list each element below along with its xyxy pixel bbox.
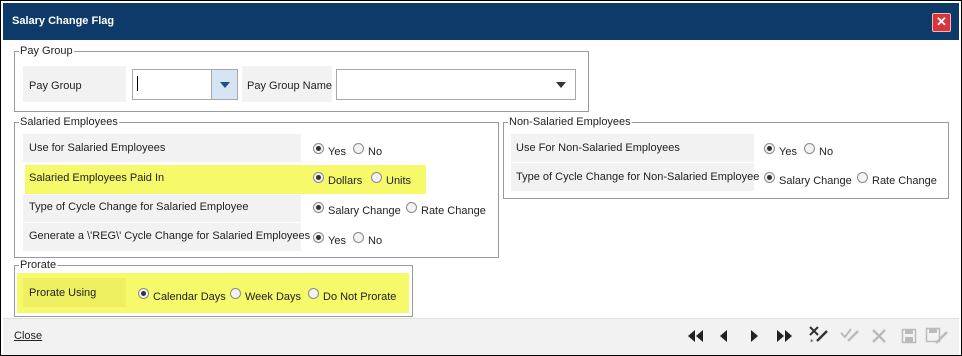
use-for-salaried-label: Use for Salaried Employees — [29, 142, 166, 154]
use-for-salaried-yes-text: Yes — [328, 146, 346, 158]
text-cursor — [137, 76, 138, 91]
paid-in-dollars-radio[interactable] — [313, 172, 324, 183]
paid-in-units-radio[interactable] — [371, 172, 382, 183]
salaried-rate-change-text: Rate Change — [421, 205, 486, 217]
use-for-salaried-yes-radio[interactable] — [313, 143, 324, 154]
previous-record-icon[interactable] — [718, 328, 730, 344]
add-edit-icon[interactable]: * — [808, 325, 830, 345]
chevron-down-icon — [220, 82, 230, 88]
generate-reg-no-text: No — [368, 235, 383, 247]
prorate-do-not-prorate-text: Do Not Prorate — [323, 291, 397, 303]
use-for-non-salaried-no-radio[interactable] — [804, 143, 815, 154]
salaried-salary-change-radio[interactable] — [313, 202, 324, 213]
pay-group-legend: Pay Group — [20, 45, 73, 57]
cancel-icon[interactable] — [871, 328, 887, 344]
pay-group-label: Pay Group — [29, 80, 82, 92]
paid-in-label: Salaried Employees Paid In — [29, 172, 165, 184]
pay-group-select[interactable] — [132, 69, 238, 100]
non-salaried-rate-change-text: Rate Change — [872, 175, 937, 187]
non-salaried-cycle-type-label: Type of Cycle Change for Non-Salaried Em… — [516, 171, 760, 183]
paid-in-dollars-text: Dollars — [328, 175, 363, 187]
salaried-salary-change-text: Salary Change — [328, 205, 401, 217]
close-link[interactable]: Close — [14, 330, 42, 342]
prorate-calendar-days-radio[interactable] — [138, 288, 149, 299]
first-record-icon[interactable] — [687, 328, 705, 344]
prorate-week-days-text: Week Days — [245, 291, 302, 303]
salaried-cycle-type-label: Type of Cycle Change for Salaried Employ… — [29, 201, 249, 213]
salaried-employees-legend: Salaried Employees — [20, 116, 118, 128]
prorate-legend: Prorate — [20, 259, 57, 271]
paid-in-units-text: Units — [386, 175, 412, 187]
use-for-salaried-no-text: No — [368, 146, 383, 158]
title-bar: Salary Change Flag ✕ — [3, 3, 959, 40]
next-record-icon[interactable] — [748, 328, 760, 344]
prorate-week-days-radio[interactable] — [230, 288, 241, 299]
last-record-icon[interactable] — [775, 328, 793, 344]
close-icon: ✕ — [936, 14, 947, 29]
save-icon[interactable] — [901, 328, 917, 344]
non-salaried-rate-change-radio[interactable] — [857, 172, 868, 183]
non-salaried-salary-change-radio[interactable] — [764, 172, 775, 183]
close-window-button[interactable]: ✕ — [932, 13, 951, 32]
generate-reg-no-radio[interactable] — [353, 232, 364, 243]
use-for-non-salaried-yes-radio[interactable] — [764, 143, 775, 154]
pay-group-dropdown-button[interactable] — [211, 70, 237, 99]
use-for-non-salaried-label: Use For Non-Salaried Employees — [516, 142, 680, 154]
pay-group-name-select[interactable] — [336, 69, 576, 100]
generate-reg-yes-radio[interactable] — [313, 232, 324, 243]
prorate-using-label: Prorate Using — [29, 287, 97, 299]
chevron-down-icon — [556, 82, 566, 88]
salaried-rate-change-radio[interactable] — [406, 202, 417, 213]
footer-toolbar: Close * — [3, 318, 959, 355]
prorate-calendar-days-text: Calendar Days — [153, 291, 226, 303]
confirm-icon[interactable] — [839, 325, 861, 345]
save-edit-icon[interactable] — [925, 324, 949, 346]
non-salaried-salary-change-text: Salary Change — [779, 175, 852, 187]
window-title: Salary Change Flag — [12, 15, 115, 27]
generate-reg-yes-text: Yes — [328, 235, 346, 247]
use-for-salaried-no-radio[interactable] — [353, 143, 364, 154]
svg-text:*: * — [810, 338, 814, 345]
non-salaried-employees-legend: Non-Salaried Employees — [509, 116, 631, 128]
use-for-non-salaried-yes-text: Yes — [779, 146, 797, 158]
prorate-do-not-prorate-radio[interactable] — [308, 288, 319, 299]
generate-reg-label: Generate a \'REG\' Cycle Change for Sala… — [29, 230, 311, 242]
use-for-non-salaried-no-text: No — [819, 146, 834, 158]
pay-group-name-label: Pay Group Name — [247, 80, 332, 92]
dialog-window: Salary Change Flag ✕ Pay Group Pay Group… — [0, 0, 962, 356]
